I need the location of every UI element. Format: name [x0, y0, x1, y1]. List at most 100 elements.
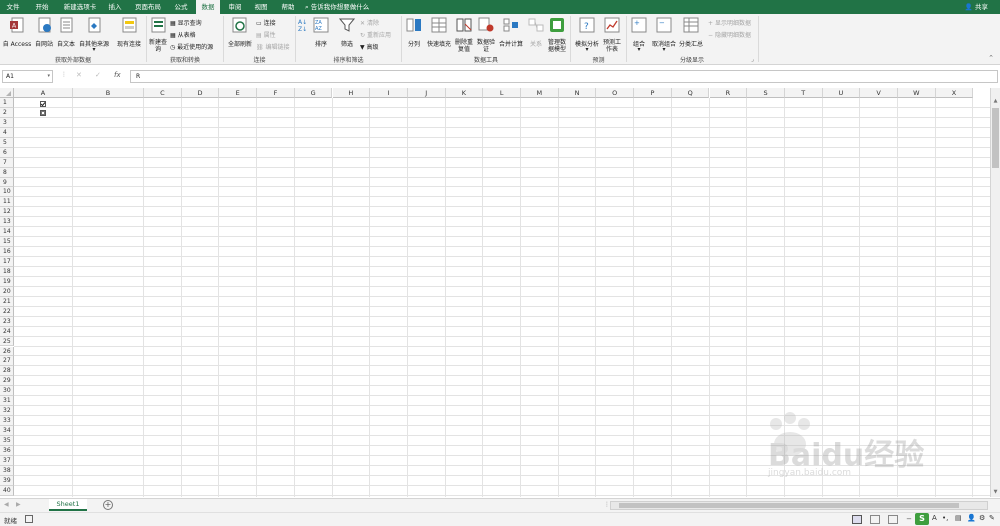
- column-header-s[interactable]: S: [747, 88, 785, 98]
- checkbox-checked-a1[interactable]: [40, 101, 46, 107]
- formula-input[interactable]: R: [130, 70, 998, 83]
- row-header-11[interactable]: 11: [0, 197, 14, 208]
- column-header-c[interactable]: C: [144, 88, 182, 98]
- row-header-16[interactable]: 16: [0, 247, 14, 258]
- column-header-p[interactable]: P: [634, 88, 672, 98]
- keyboard-icon[interactable]: ▤: [955, 514, 962, 522]
- row-header-19[interactable]: 19: [0, 276, 14, 287]
- filter-button[interactable]: 筛选: [336, 17, 358, 53]
- row-header-2[interactable]: 2: [0, 107, 14, 118]
- what-if-button[interactable]: ? 模拟分析 ▾: [573, 17, 601, 53]
- settings-icon[interactable]: ⚙: [979, 514, 985, 522]
- column-header-f[interactable]: F: [257, 88, 295, 98]
- show-queries-button[interactable]: ▦ 显示查询: [170, 18, 202, 27]
- row-header-32[interactable]: 32: [0, 406, 14, 417]
- row-header-27[interactable]: 27: [0, 356, 14, 367]
- row-header-8[interactable]: 8: [0, 167, 14, 178]
- remove-duplicates-button[interactable]: 删除重复值: [454, 17, 474, 53]
- tell-me-box[interactable]: ⌕ 告诉我你想要做什么: [305, 0, 369, 14]
- select-all-corner[interactable]: [0, 88, 14, 98]
- row-header-33[interactable]: 33: [0, 416, 14, 427]
- subtotal-button[interactable]: 分类汇总: [678, 17, 704, 53]
- data-validation-button[interactable]: 数据验证: [476, 17, 496, 53]
- ime-mode-icon[interactable]: ꓮ: [932, 514, 937, 522]
- column-header-x[interactable]: X: [935, 88, 974, 98]
- row-header-36[interactable]: 36: [0, 445, 14, 456]
- horizontal-scroll-thumb[interactable]: [619, 503, 959, 508]
- sort-az-button[interactable]: A↓ Z↓: [298, 17, 310, 53]
- row-header-25[interactable]: 25: [0, 336, 14, 347]
- zoom-out-icon[interactable]: −: [904, 515, 914, 524]
- add-sheet-icon[interactable]: +: [103, 500, 113, 510]
- reapply-button[interactable]: ↻ 重新应用: [360, 30, 391, 39]
- column-header-a[interactable]: A: [14, 88, 73, 98]
- tab-home[interactable]: 开始: [30, 0, 54, 14]
- column-header-i[interactable]: I: [370, 88, 408, 98]
- row-header-35[interactable]: 35: [0, 435, 14, 446]
- row-header-18[interactable]: 18: [0, 266, 14, 277]
- column-header-k[interactable]: K: [445, 88, 484, 98]
- tab-view[interactable]: 视图: [250, 0, 272, 14]
- row-header-28[interactable]: 28: [0, 366, 14, 377]
- tab-data[interactable]: 数据: [196, 0, 220, 14]
- column-header-l[interactable]: L: [483, 88, 521, 98]
- column-header-e[interactable]: E: [219, 88, 258, 98]
- column-header-g[interactable]: G: [294, 88, 333, 98]
- row-header-31[interactable]: 31: [0, 396, 14, 407]
- column-header-r[interactable]: R: [709, 88, 748, 98]
- from-table-button[interactable]: ▦ 从表格: [170, 30, 196, 39]
- row-header-34[interactable]: 34: [0, 426, 14, 436]
- row-header-14[interactable]: 14: [0, 227, 14, 238]
- page-layout-view-icon[interactable]: [870, 515, 880, 524]
- page-break-view-icon[interactable]: [888, 515, 898, 524]
- normal-view-icon[interactable]: [852, 515, 862, 524]
- row-header-40[interactable]: 40: [0, 485, 14, 496]
- input-method-icon[interactable]: S: [915, 513, 929, 525]
- existing-connections-button[interactable]: 现有连接: [114, 17, 144, 53]
- tab-insert[interactable]: 插入: [104, 0, 126, 14]
- show-detail-button[interactable]: + 显示明细数据: [708, 18, 751, 27]
- group-button[interactable]: + 组合 ▾: [629, 17, 649, 53]
- column-header-t[interactable]: T: [784, 88, 823, 98]
- tab-help[interactable]: 帮助: [277, 0, 299, 14]
- vertical-scrollbar[interactable]: ▲ ▼: [990, 88, 1000, 497]
- tab-review[interactable]: 审阅: [224, 0, 246, 14]
- column-header-o[interactable]: O: [596, 88, 635, 98]
- row-header-13[interactable]: 13: [0, 217, 14, 228]
- macro-record-icon[interactable]: [25, 515, 33, 523]
- row-header-26[interactable]: 26: [0, 346, 14, 357]
- column-header-q[interactable]: Q: [671, 88, 710, 98]
- row-header-5[interactable]: 5: [0, 137, 14, 148]
- refresh-all-button[interactable]: 全部刷新: [226, 17, 254, 53]
- cancel-icon[interactable]: ✕: [76, 71, 82, 79]
- horizontal-scrollbar[interactable]: [610, 501, 988, 510]
- checkbox-a2[interactable]: [40, 110, 46, 116]
- from-text-button[interactable]: 自文本: [55, 17, 77, 53]
- share-button[interactable]: 👤 共享: [965, 0, 988, 14]
- column-header-m[interactable]: M: [521, 88, 559, 98]
- advanced-filter-button[interactable]: ▼ 高级: [360, 42, 379, 51]
- row-header-39[interactable]: 39: [0, 475, 14, 486]
- from-access-button[interactable]: A 自 Access: [2, 17, 32, 53]
- hide-detail-button[interactable]: − 隐藏明细数据: [708, 30, 751, 39]
- row-header-3[interactable]: 3: [0, 117, 14, 128]
- connections-button[interactable]: ▭ 连接: [256, 18, 276, 27]
- next-sheet-icon[interactable]: ▶: [16, 501, 21, 508]
- column-header-b[interactable]: B: [73, 88, 144, 98]
- from-web-button[interactable]: 自网站: [33, 17, 55, 53]
- row-header-38[interactable]: 38: [0, 465, 14, 476]
- row-header-12[interactable]: 12: [0, 207, 14, 218]
- row-header-10[interactable]: 10: [0, 187, 14, 198]
- scroll-up-icon[interactable]: ▲: [991, 98, 1000, 104]
- tool-icon[interactable]: ✎: [989, 514, 995, 522]
- flash-fill-button[interactable]: 快速填充: [425, 17, 453, 53]
- row-header-6[interactable]: 6: [0, 147, 14, 158]
- properties-button[interactable]: ▤ 属性: [256, 30, 276, 39]
- forecast-sheet-button[interactable]: 预测工作表: [601, 17, 623, 53]
- row-header-20[interactable]: 20: [0, 286, 14, 297]
- person-icon[interactable]: 👤: [967, 514, 976, 522]
- row-header-15[interactable]: 15: [0, 237, 14, 248]
- row-header-30[interactable]: 30: [0, 386, 14, 397]
- new-query-button[interactable]: 新建查询: [148, 17, 168, 53]
- name-box[interactable]: A1 ▾: [2, 70, 53, 83]
